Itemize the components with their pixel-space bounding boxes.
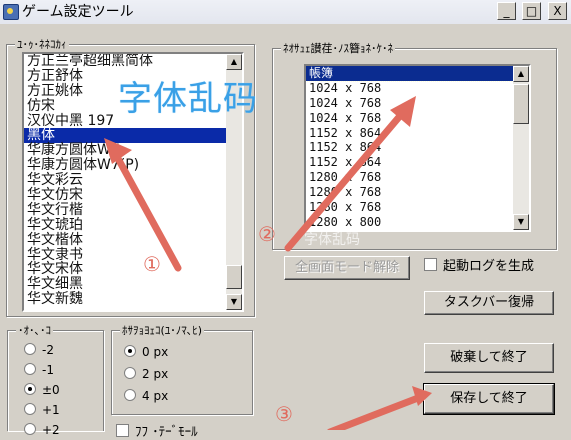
radio-dot[interactable] (24, 363, 36, 375)
font-list-item[interactable]: 华文宋体 (24, 262, 242, 277)
pitch-radio-label: ±0 (42, 383, 60, 397)
radio-dot[interactable] (24, 383, 36, 395)
resolution-list-item[interactable]: 1280 x 768 (306, 185, 529, 200)
resolution-list-item[interactable]: 1152 x 864 (306, 155, 529, 170)
offset-radio-label: 2 px (142, 367, 169, 381)
save-exit-button[interactable]: 保存して終了 (423, 383, 555, 415)
font-list-item[interactable]: 华文楷体 (24, 232, 242, 248)
maximize-button[interactable]: □ (522, 2, 541, 20)
offset-radio-label: 4 px (142, 389, 169, 403)
resolution-list-item[interactable]: 1152 x 864 (306, 140, 529, 155)
pitch-radio-label: -2 (42, 343, 54, 357)
resolution-list-item[interactable]: 1024 x 768 (306, 81, 529, 96)
minimize-button[interactable]: _ (497, 2, 516, 20)
radio-dot[interactable] (24, 403, 36, 415)
resolution-list-item[interactable]: 1024 x 768 (306, 96, 529, 111)
font-group-label: ﾕ･ｩ･ﾈﾈｺｶｨ (15, 36, 69, 52)
font-list-item[interactable]: 华康方圆体W7 (24, 143, 242, 158)
pitch-radio-label: -1 (42, 363, 54, 377)
resolution-list-item[interactable]: 帳簿 (306, 66, 529, 82)
scroll-thumb[interactable] (513, 84, 529, 124)
font-list-item[interactable]: 华文细黑 (24, 277, 242, 292)
checkbox-box[interactable] (424, 258, 437, 271)
startup-log-label: 起動ログを生成 (443, 259, 535, 274)
resolution-list-item[interactable]: 1280 x 768 (306, 170, 529, 185)
close-button[interactable]: X (548, 2, 567, 20)
radio-dot[interactable] (124, 389, 136, 401)
resolution-group-label: ﾈｵｻｭｪ讃荏･ﾉｽ簪ｮﾈ･ｹ･ﾈ (281, 40, 395, 56)
font-list-item[interactable]: 华文隶书 (24, 247, 242, 263)
radio-dot[interactable] (124, 367, 136, 379)
pitch-radio-label: +1 (42, 403, 60, 417)
pitch-group-label: ･ｵ･､･ｺ (16, 322, 53, 338)
font-list-item[interactable]: 华康方圆体W7(P) (24, 158, 242, 173)
pitch-radio[interactable]: +2 (24, 423, 60, 437)
offset-radio[interactable]: 4 px (124, 389, 168, 403)
scroll-down-arrow-icon[interactable]: ▼ (226, 294, 242, 310)
arrow-3-line (327, 394, 422, 430)
resolution-list-scrollbar[interactable]: ▲ ▼ (513, 66, 529, 230)
font-list-item[interactable]: 方正兰亭超细黑简体 (24, 54, 242, 69)
step-1-marker: ① (143, 252, 161, 276)
step-3-marker: ③ (275, 402, 293, 426)
taskbar-restore-button[interactable]: タスクバー復帰 (424, 291, 554, 315)
offset-radio-label: 0 px (142, 345, 169, 359)
discard-exit-button[interactable]: 破棄して終了 (424, 343, 554, 373)
radio-dot[interactable] (24, 343, 36, 355)
offset-radio[interactable]: 0 px (124, 345, 168, 359)
pitch-radio[interactable]: +1 (24, 403, 60, 417)
window-title: ゲーム設定ツール (22, 4, 134, 20)
font-list-item[interactable]: 华文行楷 (24, 203, 242, 218)
garbled-text-annotation: 字体乱码 (118, 79, 258, 119)
title-bar: ゲーム設定ツール _ □ X (0, 0, 571, 24)
font-list-item[interactable]: 华文新魏 (24, 292, 242, 307)
resolution-listbox[interactable]: 帳簿 1024 x 768 1024 x 768 1024 x 768 1152 x 8… (304, 64, 531, 232)
font-list-item[interactable]: 华文琥珀 (24, 217, 242, 233)
resolution-list-item[interactable]: 1280 x 800 (306, 215, 529, 230)
scroll-up-arrow-icon[interactable]: ▲ (513, 66, 529, 82)
radio-dot[interactable] (24, 423, 36, 435)
resolution-list-item[interactable]: 1280 x 768 (306, 200, 529, 215)
pitch-radio[interactable]: ±0 (24, 383, 60, 397)
resolution-list-items: 帳簿 1024 x 768 1024 x 768 1024 x 768 1152 x 8… (306, 66, 529, 230)
pitch-radio[interactable]: -1 (24, 363, 54, 377)
fullscreen-release-button[interactable]: 全画面モード解除 (284, 256, 410, 280)
watermark: 字体乱码 (304, 232, 360, 248)
checkbox-box[interactable] (116, 424, 129, 437)
radio-dot[interactable] (124, 345, 136, 357)
scroll-thumb[interactable] (226, 265, 242, 289)
resolution-list-item[interactable]: 1024 x 768 (306, 111, 529, 126)
app-icon (3, 4, 19, 20)
bottom-checkbox[interactable]: ﾌﾌ ･ﾃｰﾞﾓｰﾙ (116, 424, 198, 440)
pitch-radio[interactable]: -2 (24, 343, 54, 357)
font-list-item[interactable]: 华文仿宋 (24, 188, 242, 203)
font-list-item[interactable]: 华文彩云 (24, 173, 242, 188)
startup-log-checkbox[interactable]: 起動ログを生成 (424, 258, 534, 274)
offset-radio[interactable]: 2 px (124, 367, 168, 381)
offset-group-label: ﾎｻｦｮﾖｪｺ(ﾕ･ﾉﾏ､ﾋ) (120, 322, 205, 338)
bottom-checkbox-label: ﾌﾌ ･ﾃｰﾞﾓｰﾙ (135, 425, 198, 440)
scroll-down-arrow-icon[interactable]: ▼ (513, 214, 529, 230)
pitch-radio-label: +2 (42, 423, 60, 437)
resolution-list-item[interactable]: 1152 x 864 (306, 126, 529, 141)
scroll-up-arrow-icon[interactable]: ▲ (226, 54, 242, 70)
step-2-marker: ② (258, 222, 276, 246)
